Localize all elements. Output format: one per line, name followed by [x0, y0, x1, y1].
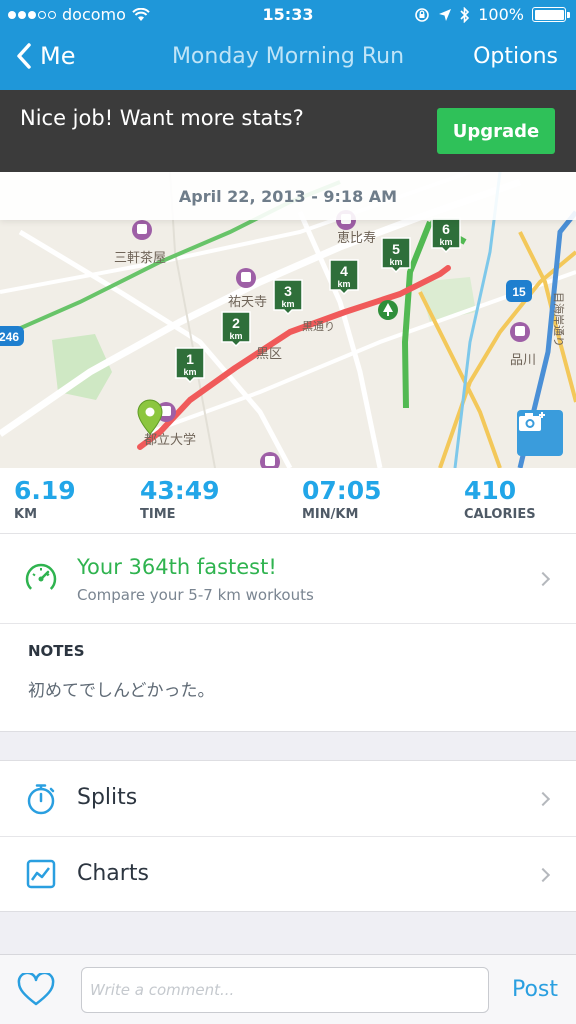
chevron-right-icon — [535, 867, 551, 883]
stat-value: 07:05 — [302, 476, 382, 505]
stat-calories: 410 CALORIES — [464, 476, 536, 522]
stat-label: TIME — [140, 507, 176, 522]
fastest-title: Your 364th fastest! — [77, 555, 277, 579]
km-marker-unit: km — [337, 279, 350, 289]
upgrade-button[interactable]: Upgrade — [437, 108, 555, 154]
km-marker-number: 5 — [392, 241, 400, 257]
workout-summary-card: Your 364th fastest! Compare your 5-7 km … — [0, 534, 576, 732]
back-button[interactable]: Me — [16, 42, 75, 70]
place-label: 黒通り — [302, 320, 335, 333]
status-right: 100% — [414, 5, 570, 24]
speedometer-icon — [25, 563, 57, 595]
stat-label: MIN/KM — [302, 507, 359, 522]
battery-percent: 100% — [478, 5, 524, 24]
page-title: Monday Morning Run — [171, 44, 405, 69]
route-map[interactable]: 246 15 三軒茶屋 恵比寿 祐天寺 黒区 都立大学 品川 黒通り 目海岸通り… — [0, 172, 576, 468]
stat-pace: 07:05 MIN/KM — [302, 476, 382, 522]
line-chart-icon — [26, 859, 56, 889]
splits-label: Splits — [77, 785, 138, 810]
km-marker-unit: km — [183, 367, 196, 377]
train-station-icon — [510, 322, 530, 342]
notes-text: 初めてでしんどかった。 — [28, 681, 215, 701]
chevron-left-icon — [17, 43, 31, 69]
upgrade-banner: Nice job! Want more stats? Upgrade — [0, 90, 576, 172]
road-shield-label: 15 — [512, 285, 526, 299]
camera-plus-icon — [519, 412, 545, 431]
fastest-subtitle: Compare your 5-7 km workouts — [77, 586, 314, 604]
heart-icon[interactable] — [16, 973, 56, 1007]
location-arrow-icon — [439, 8, 452, 21]
top-bar: docomo 15:33 100% Me Monday Morning Run … — [0, 0, 576, 90]
park-tree-icon — [378, 300, 398, 320]
stat-value: 410 — [464, 476, 517, 505]
back-label: Me — [40, 42, 76, 70]
km-marker-number: 4 — [340, 263, 348, 279]
stat-label: CALORIES — [464, 507, 536, 522]
chevron-right-icon — [535, 571, 551, 587]
place-label: 目海岸通り — [552, 292, 566, 347]
road-shield-246: 246 — [0, 326, 24, 346]
options-button[interactable]: Options — [473, 44, 558, 69]
train-station-icon — [132, 220, 152, 240]
add-photo-button[interactable] — [517, 410, 563, 456]
navigation-bar: Me Monday Morning Run Options — [0, 30, 576, 90]
status-bar: docomo 15:33 100% — [0, 0, 576, 30]
stat-distance: 6.19 KM — [14, 476, 76, 522]
km-marker-unit: km — [389, 257, 402, 267]
road-shield-label: 246 — [0, 330, 19, 344]
train-station-icon — [236, 268, 256, 288]
fastest-ranking-row[interactable]: Your 364th fastest! Compare your 5-7 km … — [0, 534, 576, 624]
road-shield-15: 15 — [506, 280, 532, 302]
km-marker-number: 2 — [232, 315, 240, 331]
km-marker: 5km — [381, 237, 411, 274]
stopwatch-icon — [27, 784, 55, 815]
stat-time: 43:49 TIME — [140, 476, 220, 522]
place-label: 三軒茶屋 — [114, 250, 166, 265]
km-marker-unit: km — [229, 331, 242, 341]
workout-stats: 6.19 KM 43:49 TIME 07:05 MIN/KM 410 CALO… — [0, 468, 576, 534]
place-label: 品川 — [510, 352, 536, 367]
km-marker: 3km — [273, 279, 303, 316]
km-marker-number: 6 — [442, 221, 450, 237]
km-marker-number: 1 — [186, 351, 194, 367]
detail-list: Splits Charts — [0, 760, 576, 912]
stat-value: 6.19 — [14, 476, 76, 505]
km-marker: 1km — [175, 347, 205, 384]
km-marker: 6km — [431, 217, 461, 254]
km-marker: 4km — [329, 259, 359, 296]
stat-value: 43:49 — [140, 476, 220, 505]
km-marker-unit: km — [439, 237, 452, 247]
km-marker-unit: km — [281, 299, 294, 309]
place-label: 祐天寺 — [228, 294, 267, 309]
rotation-lock-icon — [415, 7, 430, 22]
km-marker: 2km — [221, 311, 251, 348]
comment-bar: Post — [0, 954, 576, 1024]
chevron-right-icon — [535, 791, 551, 807]
charts-row[interactable]: Charts — [0, 837, 576, 913]
place-label: 恵比寿 — [337, 230, 376, 245]
upgrade-banner-text: Nice job! Want more stats? — [20, 106, 304, 130]
place-label: 黒区 — [256, 346, 282, 361]
bluetooth-icon — [460, 6, 470, 23]
charts-label: Charts — [77, 861, 149, 886]
km-marker-number: 3 — [284, 283, 292, 299]
battery-icon — [532, 7, 570, 22]
splits-row[interactable]: Splits — [0, 761, 576, 837]
post-button[interactable]: Post — [512, 977, 558, 1002]
train-station-icon — [260, 452, 280, 468]
comment-input[interactable] — [81, 967, 489, 1013]
workout-date: April 22, 2013 - 9:18 AM — [0, 172, 576, 220]
notes-heading: NOTES — [28, 642, 85, 660]
place-label: 都立大学 — [144, 432, 196, 447]
stat-label: KM — [14, 507, 38, 522]
